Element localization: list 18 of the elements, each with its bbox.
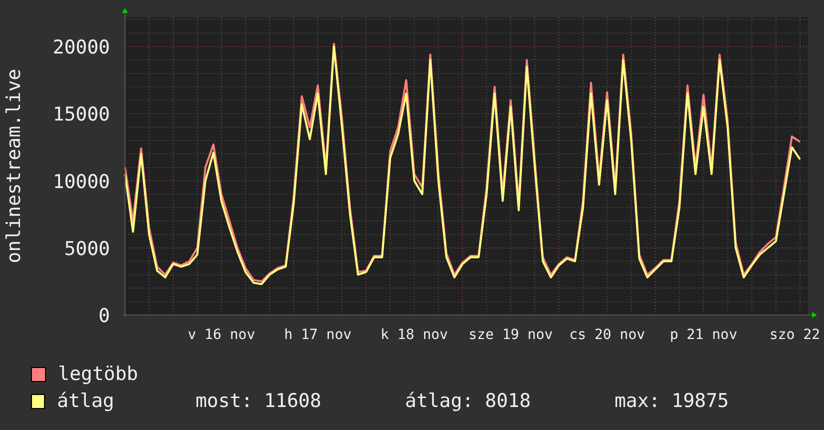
x-tick-label: cs 20 nov — [569, 327, 646, 343]
x-tick-label: p 21 nov — [670, 327, 738, 343]
y-axis-title: onlinestream.live — [3, 68, 25, 264]
x-tick-label: h 17 nov — [284, 327, 352, 343]
y-tick-label: 20000 — [52, 36, 110, 59]
y-tick-label: 15000 — [52, 104, 110, 126]
x-tick-label: v 16 nov — [188, 327, 256, 343]
y-tick-label: 10000 — [52, 170, 110, 193]
x-tick-label: k 18 nov — [380, 327, 448, 343]
legend-stat: most: 11608 — [195, 389, 322, 413]
y-tick-label: 5000 — [64, 238, 110, 260]
legend-label: átlag — [57, 389, 116, 413]
x-tick-label: szo 22 — [770, 327, 820, 343]
y-tick-label: 0 — [98, 305, 110, 327]
legend-label: legtöbb — [58, 362, 140, 386]
legend-stat: max: 19875 — [614, 389, 730, 413]
x-tick-label: sze 19 nov — [468, 327, 553, 343]
legend-stat: átlag: 8018 — [404, 389, 532, 413]
